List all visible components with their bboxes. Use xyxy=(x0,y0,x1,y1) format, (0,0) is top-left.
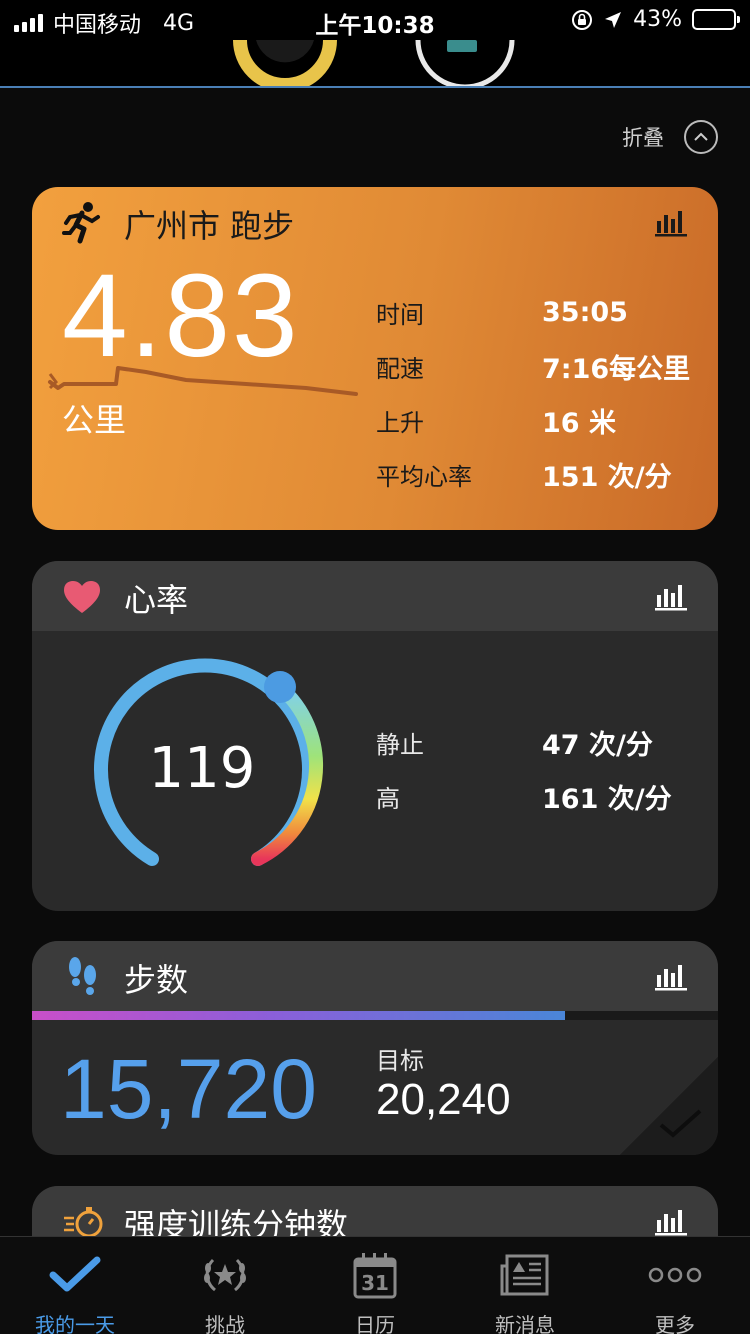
newspaper-icon xyxy=(499,1251,551,1299)
tab-label: 更多 xyxy=(655,1313,695,1334)
tab-news[interactable]: 新消息 xyxy=(450,1237,600,1334)
status-bar: 中国移动 4G 上午10:38 43% xyxy=(0,0,750,40)
laurel-trophy-icon xyxy=(199,1251,251,1299)
heart-rate-card[interactable]: 心率 119 静止 47 次/分 高 161 次/分 xyxy=(32,561,718,911)
heart-rate-stats: 静止 47 次/分 高 161 次/分 xyxy=(376,715,706,823)
checkmark-icon xyxy=(49,1251,101,1299)
steps-card[interactable]: 步数 15,720 目标 20,240 xyxy=(32,941,718,1155)
collapse-toggle[interactable]: 折叠 xyxy=(622,120,718,154)
stat-row-time: 时间 35:05 xyxy=(376,285,706,339)
tab-more[interactable]: 更多 xyxy=(600,1237,750,1334)
tab-label: 新消息 xyxy=(495,1313,555,1334)
activity-stats: 时间 35:05 配速 7:16每公里 上升 16 米 平均心率 151 次/分 xyxy=(376,285,706,501)
bar-chart-icon[interactable] xyxy=(654,581,688,611)
stat-row-resting: 静止 47 次/分 xyxy=(376,715,706,769)
stat-label: 配速 xyxy=(376,354,424,383)
chevron-up-icon[interactable] xyxy=(684,120,718,154)
stat-row-ascent: 上升 16 米 xyxy=(376,393,706,447)
activity-title: 广州市 跑步 xyxy=(124,207,295,245)
runner-icon xyxy=(62,202,100,244)
tab-label: 日历 xyxy=(355,1313,395,1334)
running-activity-card[interactable]: 广州市 跑步 4.83 公里 时间 35:05 配速 7:16每公里 上升 16… xyxy=(32,187,718,530)
card-title: 心率 xyxy=(124,581,189,619)
tab-challenges[interactable]: 挑战 xyxy=(150,1237,300,1334)
steps-header: 步数 xyxy=(32,941,718,1011)
steps-progress-fill xyxy=(32,1011,566,1020)
stat-value: 35:05 xyxy=(542,296,628,328)
stat-row-avg-hr: 平均心率 151 次/分 xyxy=(376,447,706,501)
calendar-date: 31 xyxy=(361,1271,389,1295)
stopwatch-icon xyxy=(64,1207,103,1238)
scrolled-header-peek xyxy=(0,40,750,88)
bar-chart-icon[interactable] xyxy=(654,1206,688,1236)
stat-value: 7:16每公里 xyxy=(542,353,691,385)
checkmark-icon xyxy=(659,1109,702,1138)
stat-value: 161 次/分 xyxy=(542,783,672,815)
stat-label: 静止 xyxy=(376,730,424,759)
steps-progress-bar xyxy=(32,1011,718,1020)
battery-icon xyxy=(692,9,740,30)
rotation-lock-icon xyxy=(572,9,593,30)
stat-row-high: 高 161 次/分 xyxy=(376,769,706,823)
location-arrow-icon xyxy=(605,11,622,28)
stat-label: 上升 xyxy=(376,408,424,437)
stat-label: 高 xyxy=(376,784,400,813)
stat-value: 47 次/分 xyxy=(542,729,653,761)
current-heart-rate: 119 xyxy=(148,736,256,801)
status-right: 43% xyxy=(571,7,740,32)
calendar-icon: 31 xyxy=(353,1251,397,1299)
stat-value: 16 米 xyxy=(542,407,616,439)
tab-calendar[interactable]: 31 日历 xyxy=(300,1237,450,1334)
distance-unit: 公里 xyxy=(62,401,127,439)
footprints-icon xyxy=(69,957,96,995)
heart-icon xyxy=(64,581,100,613)
heart-rate-header: 心率 xyxy=(32,561,718,631)
card-title: 步数 xyxy=(124,961,189,999)
tab-label: 我的一天 xyxy=(35,1313,115,1334)
distance-value: 4.83 xyxy=(62,250,300,382)
steps-count: 15,720 xyxy=(60,1042,317,1136)
bottom-tab-bar: 我的一天 挑战 31 日历 新消息 更多 xyxy=(0,1236,750,1334)
bar-chart-icon[interactable] xyxy=(654,961,688,991)
stat-row-pace: 配速 7:16每公里 xyxy=(376,339,706,393)
stat-label: 时间 xyxy=(376,300,424,329)
collapse-label: 折叠 xyxy=(622,126,664,150)
goal-value: 20,240 xyxy=(376,1075,511,1124)
battery-percent: 43% xyxy=(633,7,682,32)
tab-my-day[interactable]: 我的一天 xyxy=(0,1237,150,1334)
goal-label: 目标 xyxy=(376,1047,424,1075)
tab-label: 挑战 xyxy=(205,1313,245,1334)
goal-ring-icon xyxy=(233,40,515,86)
stat-value: 151 次/分 xyxy=(542,461,672,493)
stat-label: 平均心率 xyxy=(376,462,472,491)
bar-chart-icon[interactable] xyxy=(654,207,688,237)
more-dots-icon xyxy=(648,1251,702,1299)
